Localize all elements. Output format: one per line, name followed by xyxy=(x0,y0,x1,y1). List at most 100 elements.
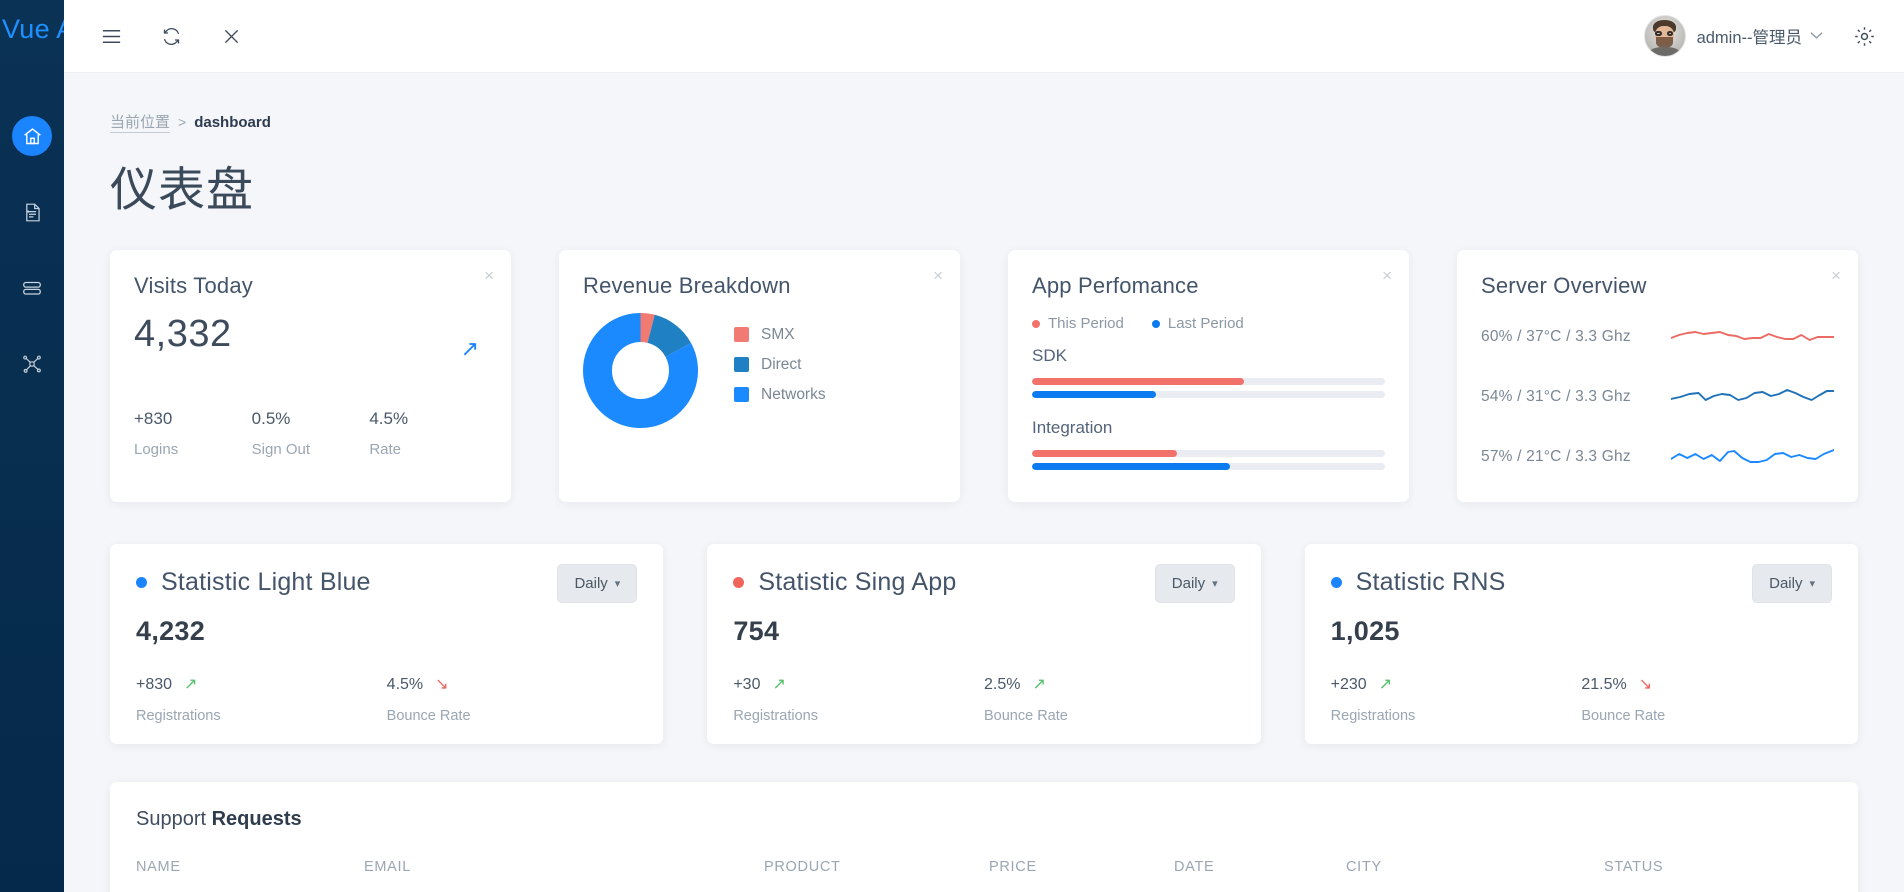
column-header-name[interactable]: NAME xyxy=(136,859,364,875)
close-icon[interactable]: × xyxy=(933,267,943,284)
group-label: Integration xyxy=(1032,418,1113,437)
visits-value: 4,332 xyxy=(134,313,232,355)
column-header-price[interactable]: PRICE xyxy=(989,859,1174,875)
chevron-down-icon: ▾ xyxy=(1212,578,1218,590)
chevron-down-icon: ▾ xyxy=(614,578,621,590)
column-header-product[interactable]: PRODUCT xyxy=(764,859,989,875)
legend-dot xyxy=(1151,319,1160,328)
statistic-metrics: +830 ↗ Registrations 4.5% ↘ Bounce Rate xyxy=(136,676,637,724)
server-row: 54% / 31°C / 3.3 Ghz xyxy=(1457,381,1858,413)
card-title: Revenue Breakdown xyxy=(583,273,791,298)
refresh-icon[interactable] xyxy=(150,15,192,57)
visits-today-card: × Visits Today 4,332 ↗ +830 Logins 0.5% … xyxy=(110,250,511,502)
statistic-card-sing-app: Statistic Sing App Daily ▾ 754 +30 ↗ Reg… xyxy=(707,544,1261,744)
dashboard-page: Vue A xyxy=(0,0,1904,892)
sidebar: Vue A xyxy=(0,0,64,892)
user-menu[interactable]: admin--管理员 xyxy=(1643,15,1823,57)
breadcrumb: 当前位置 > dashboard xyxy=(110,73,1858,133)
metric-bounce-rate: 2.5% ↗ Bounce Rate xyxy=(984,676,1235,724)
support-requests-card: Support Requests NAME EMAIL PRODUCT PRIC… xyxy=(110,782,1858,892)
statistic-value: 754 xyxy=(733,616,780,646)
metric-value: +230 xyxy=(1330,676,1367,693)
brand-logo[interactable]: Vue A xyxy=(0,0,64,60)
legend-swatch xyxy=(734,357,749,372)
column-header-status[interactable]: STATUS xyxy=(1604,859,1832,875)
stat-label: Logins xyxy=(134,441,179,458)
legend-swatch xyxy=(734,327,749,342)
stat-logins: +830 Logins xyxy=(134,409,252,458)
server-stats: 54% / 31°C / 3.3 Ghz xyxy=(1481,388,1631,405)
server-row: 57% / 21°C / 3.3 Ghz xyxy=(1457,441,1858,473)
settings-gear-icon[interactable] xyxy=(1853,25,1876,48)
sidebar-nav xyxy=(0,116,64,384)
metric-label: Bounce Rate xyxy=(1581,708,1666,724)
progress-fill xyxy=(1032,391,1156,398)
metric-bounce-rate: 21.5% ↘ Bounce Rate xyxy=(1581,676,1832,724)
breadcrumb-current: dashboard xyxy=(194,113,271,131)
main-pane: admin--管理员 当前位置 > dashboard 仪表盘 × Visits… xyxy=(64,0,1904,892)
chevron-down-icon xyxy=(1810,29,1823,43)
close-icon[interactable]: × xyxy=(1382,267,1392,284)
sparkline-chart xyxy=(1670,321,1835,353)
sidebar-item-tables[interactable] xyxy=(12,268,52,308)
progress-bar-last-period xyxy=(1032,463,1385,470)
metric-registrations: +830 ↗ Registrations xyxy=(136,676,387,724)
progress-bar-this-period xyxy=(1032,450,1385,457)
server-row: 60% / 37°C / 3.3 Ghz xyxy=(1457,321,1858,353)
progress-bar-this-period xyxy=(1032,378,1385,385)
statistic-card-light-blue: Statistic Light Blue Daily ▾ 4,232 +830 … xyxy=(110,544,664,744)
table-header-row: NAME EMAIL PRODUCT PRICE DATE CITY STATU… xyxy=(136,859,1832,875)
cards-row-1: × Visits Today 4,332 ↗ +830 Logins 0.5% … xyxy=(110,250,1858,502)
sidebar-item-documents[interactable] xyxy=(12,192,52,232)
column-header-email[interactable]: EMAIL xyxy=(364,859,764,875)
trend-arrow-icon: ↗ xyxy=(184,676,198,693)
column-header-city[interactable]: CITY xyxy=(1346,859,1604,875)
metric-value: 4.5% xyxy=(386,676,424,693)
server-overview-card: × Server Overview 60% / 37°C / 3.3 Ghz 5… xyxy=(1457,250,1858,502)
legend-label: Direct xyxy=(761,355,802,373)
breadcrumb-link[interactable]: 当前位置 xyxy=(110,111,171,133)
revenue-donut-chart xyxy=(583,313,698,428)
statistic-title: Statistic Light Blue xyxy=(161,568,371,596)
visits-stats: +830 Logins 0.5% Sign Out 4.5% Rate xyxy=(134,409,487,458)
legend-item-this-period: This Period xyxy=(1032,315,1124,332)
avatar xyxy=(1643,15,1686,57)
home-icon xyxy=(22,126,43,147)
page-title: 仪表盘 xyxy=(110,163,254,216)
statistic-title: Statistic RNS xyxy=(1355,568,1506,596)
sidebar-item-home[interactable] xyxy=(12,116,52,156)
content-area: 当前位置 > dashboard 仪表盘 × Visits Today 4,33… xyxy=(64,73,1904,892)
trend-arrow-icon: ↘ xyxy=(1638,676,1653,693)
statistic-metrics: +230 ↗ Registrations 21.5% ↘ Bounce Rate xyxy=(1331,676,1832,724)
statistic-card-rns: Statistic RNS Daily ▾ 1,025 +230 ↗ Regis… xyxy=(1304,544,1858,744)
metric-label: Bounce Rate xyxy=(984,708,1068,724)
sidebar-item-graph[interactable] xyxy=(12,344,52,384)
close-icon[interactable]: × xyxy=(1831,267,1841,284)
close-icon[interactable]: × xyxy=(484,267,494,284)
card-title: Visits Today xyxy=(134,273,253,298)
sparkline-chart xyxy=(1670,441,1835,473)
hamburger-menu-icon[interactable] xyxy=(90,15,132,57)
user-name: admin--管理员 xyxy=(1696,29,1802,47)
legend-label: Networks xyxy=(761,385,826,403)
support-title-bold: Requests xyxy=(211,808,302,830)
stat-value: +830 xyxy=(134,409,173,428)
close-icon[interactable] xyxy=(210,15,252,57)
column-header-date[interactable]: DATE xyxy=(1174,859,1346,875)
period-label: Daily xyxy=(1769,575,1803,592)
breadcrumb-separator: > xyxy=(178,114,187,130)
legend-item-direct: Direct xyxy=(734,356,826,374)
period-dropdown[interactable]: Daily ▾ xyxy=(1154,564,1235,603)
period-dropdown[interactable]: Daily ▾ xyxy=(557,564,638,603)
stat-label: Sign Out xyxy=(251,441,311,458)
stat-signout: 0.5% Sign Out xyxy=(252,409,370,458)
statistic-metrics: +30 ↗ Registrations 2.5% ↗ Bounce Rate xyxy=(733,676,1234,724)
document-icon xyxy=(22,202,43,223)
period-dropdown[interactable]: Daily ▾ xyxy=(1752,564,1832,603)
performance-group-sdk: SDK xyxy=(1008,346,1409,398)
sparkline-chart xyxy=(1670,381,1835,413)
revenue-breakdown-card: × Revenue Breakdown SMX Direct Networks xyxy=(559,250,960,502)
stat-value: 4.5% xyxy=(369,409,409,428)
progress-bar-last-period xyxy=(1032,391,1385,398)
metric-value: +830 xyxy=(136,676,173,693)
